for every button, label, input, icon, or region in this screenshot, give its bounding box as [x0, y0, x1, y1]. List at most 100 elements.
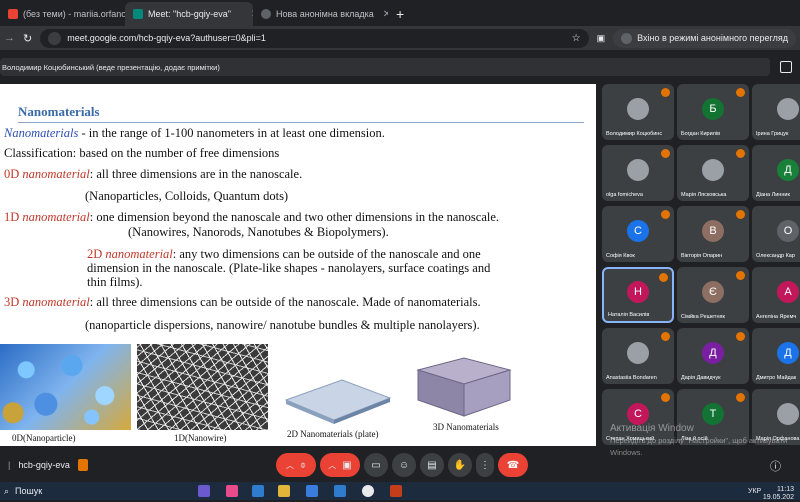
mic-off-icon — [661, 332, 670, 341]
incognito-badge[interactable]: Вхіно в режимі анонімного перегляд — [613, 28, 796, 48]
avatar: О — [777, 219, 799, 242]
captions-icon: ▤ — [427, 459, 437, 471]
participant-name: olga fomicheva — [606, 192, 643, 198]
participant-tile[interactable]: Є Сімйка Решетняк — [677, 267, 749, 323]
mic-off-icon — [736, 149, 745, 158]
mic-off-icon — [661, 149, 670, 158]
participant-tile[interactable]: Н Наталія Василів — [602, 267, 674, 323]
participant-tile[interactable]: Марія Лясковська — [677, 145, 749, 201]
tab-gmail[interactable]: (без теми) - mariia.orfanova@ ✕ — [0, 2, 125, 26]
avatar: С — [627, 219, 649, 242]
tab-label: Meet: "hcb-gqiy-eva" — [148, 9, 231, 19]
avatar: Д — [777, 341, 799, 364]
chevron-up-icon: ︿ — [286, 460, 294, 470]
participant-name: Софія Квок — [606, 253, 635, 259]
participant-name: Володимир Коцюбинс — [606, 131, 663, 137]
mail-icon[interactable] — [334, 485, 346, 497]
presenter-text: Володимир Коцюбинський (веде презентацію… — [2, 62, 220, 72]
mic-off-icon — [736, 332, 745, 341]
powerpoint-icon[interactable] — [390, 485, 402, 497]
forward-icon[interactable]: → — [4, 32, 15, 44]
taskbar-search[interactable]: ⌕ Пошук — [0, 483, 150, 499]
avatar — [627, 158, 649, 181]
bookmark-star-icon[interactable]: ☆ — [572, 33, 581, 44]
meeting-details: | hcb-gqiy-eva — [8, 459, 88, 471]
nanostructure-3d-image — [416, 357, 512, 417]
slide-line-2d: 2D nanomaterial: any two dimensions can … — [87, 247, 481, 261]
pin-icon[interactable] — [780, 61, 792, 73]
participant-name: Олександр Кар — [756, 253, 795, 259]
raise-hand-button[interactable]: ✋ — [448, 453, 472, 477]
mic-off-icon — [659, 273, 668, 282]
slide-line-3d-examples: (nanoparticle dispersions, nanowire/ nan… — [85, 318, 480, 332]
participant-tile[interactable]: olga fomicheva — [602, 145, 674, 201]
file-explorer-icon[interactable] — [278, 485, 290, 497]
tab-meet[interactable]: Meet: "hcb-gqiy-eva" ✕ — [125, 2, 253, 26]
edge-icon[interactable] — [252, 485, 264, 497]
slide-line-classification: Classification: based on the number of f… — [4, 146, 280, 160]
url-field[interactable]: meet.google.com/hcb-gqiy-eva?authuser=0&… — [40, 28, 589, 48]
copilot-icon[interactable] — [226, 485, 238, 497]
gmail-icon — [8, 9, 18, 19]
language-indicator[interactable]: УКР — [748, 488, 761, 495]
avatar: С — [627, 402, 649, 425]
clock-time: 11:13 — [777, 486, 794, 493]
present-screen-button[interactable]: ▭ — [364, 453, 388, 477]
avatar — [777, 97, 799, 120]
store-icon[interactable] — [306, 485, 318, 497]
tab-incognito[interactable]: Нова анонімна вкладка ✕ — [253, 2, 388, 26]
present-icon — [77, 459, 88, 471]
avatar: Д — [702, 341, 724, 364]
caption-2d: 2D Nanomaterials (plate) — [287, 429, 379, 439]
slide-line-0d: 0D nanomaterial: all three dimensions ar… — [4, 167, 303, 181]
caption-3d: 3D Nanomaterials — [433, 422, 499, 432]
leave-call-button[interactable]: ☎ — [498, 453, 528, 477]
presentation-slide: Nanomaterials Nanomaterials - in the ran… — [0, 84, 596, 446]
captions-button[interactable]: ▤ — [420, 453, 444, 477]
participant-name: Марія Лясковська — [681, 192, 727, 198]
reload-icon[interactable]: ↻ — [23, 32, 32, 45]
participant-tile[interactable]: Б Богдан Кирилів — [677, 84, 749, 140]
avatar: Д — [777, 158, 799, 181]
chrome-icon[interactable] — [362, 485, 374, 497]
participant-name: Діана Линник — [756, 192, 790, 198]
more-options-button[interactable]: ⋮ — [476, 453, 494, 477]
participant-tile[interactable]: Ірина Грицук — [752, 84, 800, 140]
meeting-code: hcb-gqiy-eva — [18, 460, 70, 470]
mic-toggle-button[interactable]: ︿ ⌽ — [276, 453, 316, 477]
avatar — [702, 158, 724, 181]
url-text: meet.google.com/hcb-gqiy-eva?authuser=0&… — [67, 33, 266, 43]
hand-icon: ✋ — [453, 459, 467, 471]
chevron-up-icon: ︿ — [328, 460, 337, 470]
participant-tile[interactable]: О Олександр Кар — [752, 206, 800, 262]
participant-tile[interactable]: А Ангеліна Яремч — [752, 267, 800, 323]
incognito-icon — [261, 9, 271, 19]
participant-tile[interactable]: Володимир Коцюбинс — [602, 84, 674, 140]
presenter-banner: Володимир Коцюбинський (веде презентацію… — [0, 58, 770, 76]
caption-0d: 0D(Nanoparticle) — [12, 433, 76, 443]
nanowire-image — [137, 344, 268, 430]
camera-toggle-button[interactable]: ︿ ▣ — [320, 453, 360, 477]
participant-tile[interactable]: Anastasiia Bondaren — [602, 328, 674, 384]
participant-name: Дмитро Майдак — [756, 375, 797, 381]
avatar — [777, 402, 799, 425]
info-icon[interactable]: ⓘ — [770, 458, 781, 474]
tab-search-icon[interactable]: ▣ — [597, 33, 606, 44]
participant-tile[interactable]: Д Дмитро Майдак — [752, 328, 800, 384]
slide-title: Nanomaterials — [18, 104, 100, 119]
address-bar: → ↻ meet.google.com/hcb-gqiy-eva?authuse… — [0, 26, 800, 50]
participant-tile[interactable]: Д Дарія Давидчук — [677, 328, 749, 384]
mic-off-icon — [736, 210, 745, 219]
participant-tile[interactable]: В Вікторія Опарин — [677, 206, 749, 262]
participant-name: Ангеліна Яремч — [756, 314, 797, 320]
participant-name: Anastasiia Bondaren — [606, 375, 657, 381]
participant-tile[interactable]: С Софія Квок — [602, 206, 674, 262]
browser-tab-strip: (без теми) - mariia.orfanova@ ✕ Meet: "h… — [0, 0, 800, 26]
slide-line-3d: 3D nanomaterial: all three dimensions ca… — [4, 295, 481, 309]
participant-tile[interactable]: Д Діана Линник — [752, 145, 800, 201]
new-tab-button[interactable]: + — [388, 2, 412, 26]
task-view-icon[interactable] — [198, 485, 210, 497]
site-info-icon[interactable] — [48, 31, 62, 45]
participant-name: Ірина Грицук — [756, 131, 789, 137]
reactions-button[interactable]: ☺ — [392, 453, 416, 477]
